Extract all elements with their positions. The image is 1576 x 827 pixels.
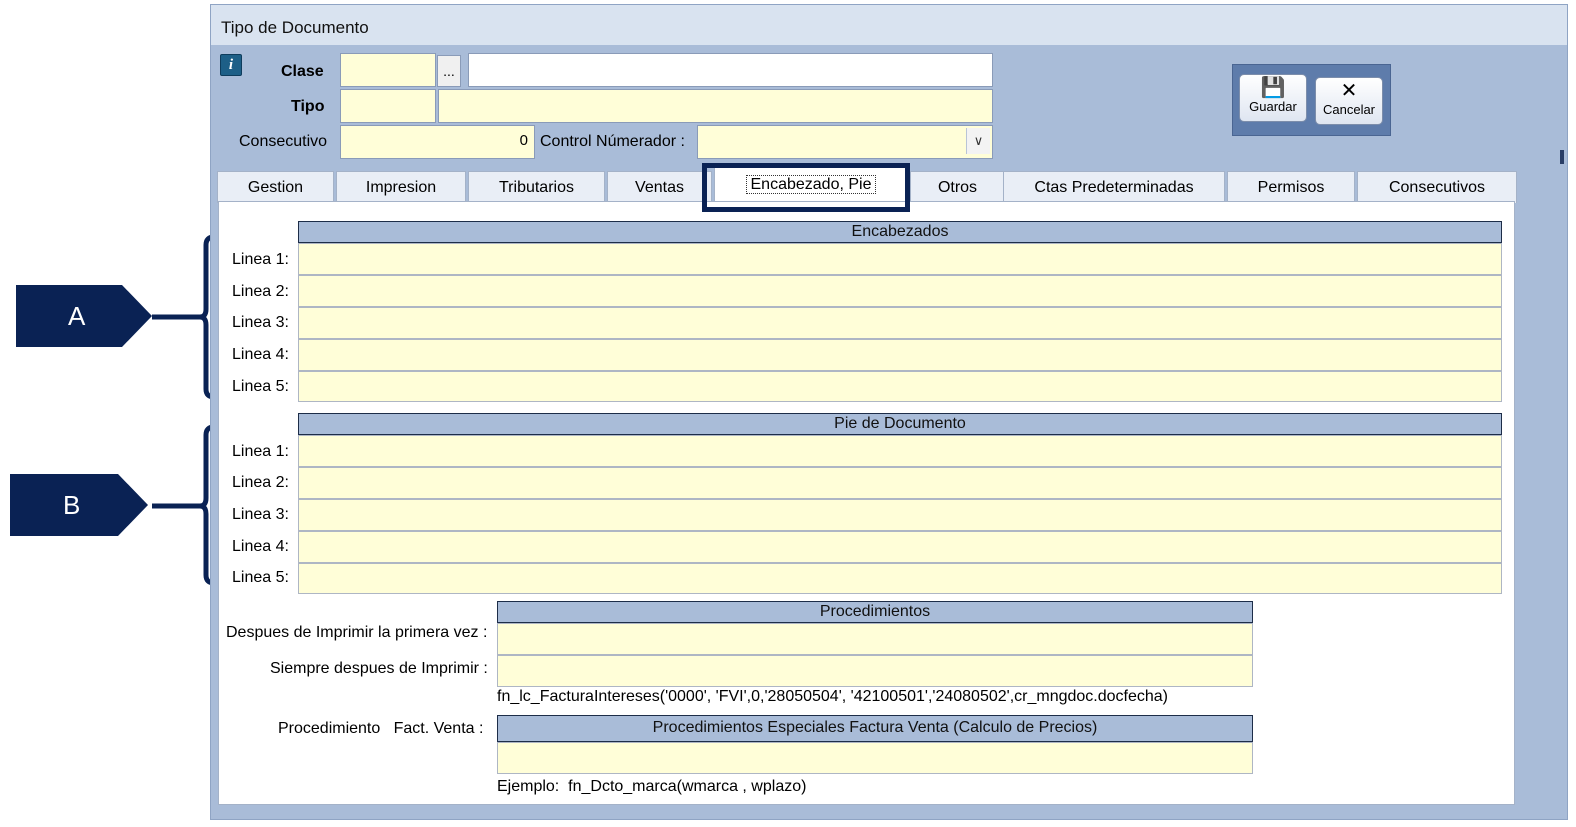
especiales-example-text: Ejemplo: fn_Dcto_marca(wmarca , wplazo) [497, 778, 807, 795]
especiales-header: Procedimientos Especiales Factura Venta … [497, 715, 1253, 742]
control-numerador-select[interactable]: ∨ [697, 125, 993, 159]
save-button[interactable]: 💾 Guardar [1239, 74, 1307, 122]
encabezado-line-5-label: Linea 5: [232, 378, 289, 395]
tipo-description-field[interactable] [438, 89, 993, 123]
always-after-print-field[interactable] [497, 655, 1253, 687]
clase-label: Clase [281, 63, 324, 80]
fact-venta-procedure-field[interactable] [497, 742, 1253, 774]
tab-impresion[interactable]: Impresion [336, 171, 466, 203]
tab-ctas-predeterminadas[interactable]: Ctas Predeterminadas [1003, 171, 1225, 203]
pie-line-2-field[interactable] [298, 467, 1502, 499]
tab-panel-encabezado-pie: Encabezados Linea 1: Linea 2: Linea 3: L… [218, 201, 1515, 805]
encabezado-line-4-label: Linea 4: [232, 346, 289, 363]
clase-code-field[interactable] [340, 53, 436, 87]
window-edge-marker [1560, 150, 1564, 164]
floppy-disk-icon: 💾 [1260, 77, 1286, 99]
document-type-window: Tipo de Documento i Clase ... Tipo Conse… [210, 4, 1568, 820]
pie-line-4-field[interactable] [298, 531, 1502, 563]
encabezado-line-2-label: Linea 2: [232, 283, 289, 300]
pie-line-4-label: Linea 4: [232, 538, 289, 555]
pie-line-3-label: Linea 3: [232, 506, 289, 523]
pie-header: Pie de Documento [298, 413, 1502, 435]
tab-permisos[interactable]: Permisos [1227, 171, 1355, 203]
chevron-down-icon[interactable]: ∨ [966, 128, 990, 154]
tab-tributarios[interactable]: Tributarios [468, 171, 605, 203]
control-numerador-label: Control Númerador : [540, 133, 685, 150]
encabezado-line-3-label: Linea 3: [232, 314, 289, 331]
first-print-procedure-field[interactable] [497, 623, 1253, 655]
tab-otros[interactable]: Otros [910, 171, 1005, 203]
consecutivo-field[interactable]: 0 [340, 125, 535, 159]
encabezado-line-1-field[interactable] [298, 243, 1502, 275]
callout-b: B [10, 474, 148, 536]
pie-line-1-field[interactable] [298, 435, 1502, 467]
procedimientos-header: Procedimientos [497, 601, 1253, 623]
cancel-button-label: Cancelar [1322, 102, 1376, 117]
clase-description-field[interactable] [468, 53, 993, 87]
save-button-label: Guardar [1249, 99, 1297, 114]
pie-line-2-label: Linea 2: [232, 474, 289, 491]
callout-a: A [16, 285, 152, 347]
always-after-print-label: Siempre despues de Imprimir : [270, 660, 488, 677]
encabezados-header: Encabezados [298, 221, 1502, 243]
encabezado-line-1-label: Linea 1: [232, 251, 289, 268]
pie-line-3-field[interactable] [298, 499, 1502, 531]
pie-line-1-label: Linea 1: [232, 443, 289, 460]
clase-lookup-button[interactable]: ... [437, 55, 461, 87]
tab-consecutivos[interactable]: Consecutivos [1357, 171, 1517, 203]
callout-b-label: B [63, 490, 81, 520]
tipo-label: Tipo [291, 98, 325, 115]
tab-ventas[interactable]: Ventas [607, 171, 712, 203]
tab-encabezado-pie[interactable]: Encabezado, Pie [714, 167, 908, 203]
procedure-example-text: fn_lc_FacturaIntereses('0000', 'FVI',0,'… [497, 688, 1168, 705]
toolbar: 💾 Guardar ✕ Cancelar [1232, 64, 1391, 136]
fact-venta-procedure-label: Procedimiento Fact. Venta : [278, 720, 484, 737]
title-bar [211, 5, 1567, 45]
pie-line-5-label: Linea 5: [232, 569, 289, 586]
pie-line-5-field[interactable] [298, 563, 1502, 594]
first-print-label: Despues de Imprimir la primera vez : [226, 624, 488, 641]
tipo-code-field[interactable] [340, 89, 436, 123]
callout-a-label: A [68, 301, 86, 331]
consecutivo-label: Consecutivo [239, 133, 328, 150]
cross-tools-icon: ✕ [1340, 80, 1358, 102]
encabezado-line-4-field[interactable] [298, 339, 1502, 371]
window-title: Tipo de Documento [221, 18, 369, 37]
encabezado-line-3-field[interactable] [298, 307, 1502, 339]
tab-gestion[interactable]: Gestion [217, 171, 334, 203]
cancel-button[interactable]: ✕ Cancelar [1315, 77, 1383, 125]
encabezado-line-2-field[interactable] [298, 275, 1502, 307]
info-icon[interactable]: i [220, 54, 242, 76]
encabezado-line-5-field[interactable] [298, 371, 1502, 402]
